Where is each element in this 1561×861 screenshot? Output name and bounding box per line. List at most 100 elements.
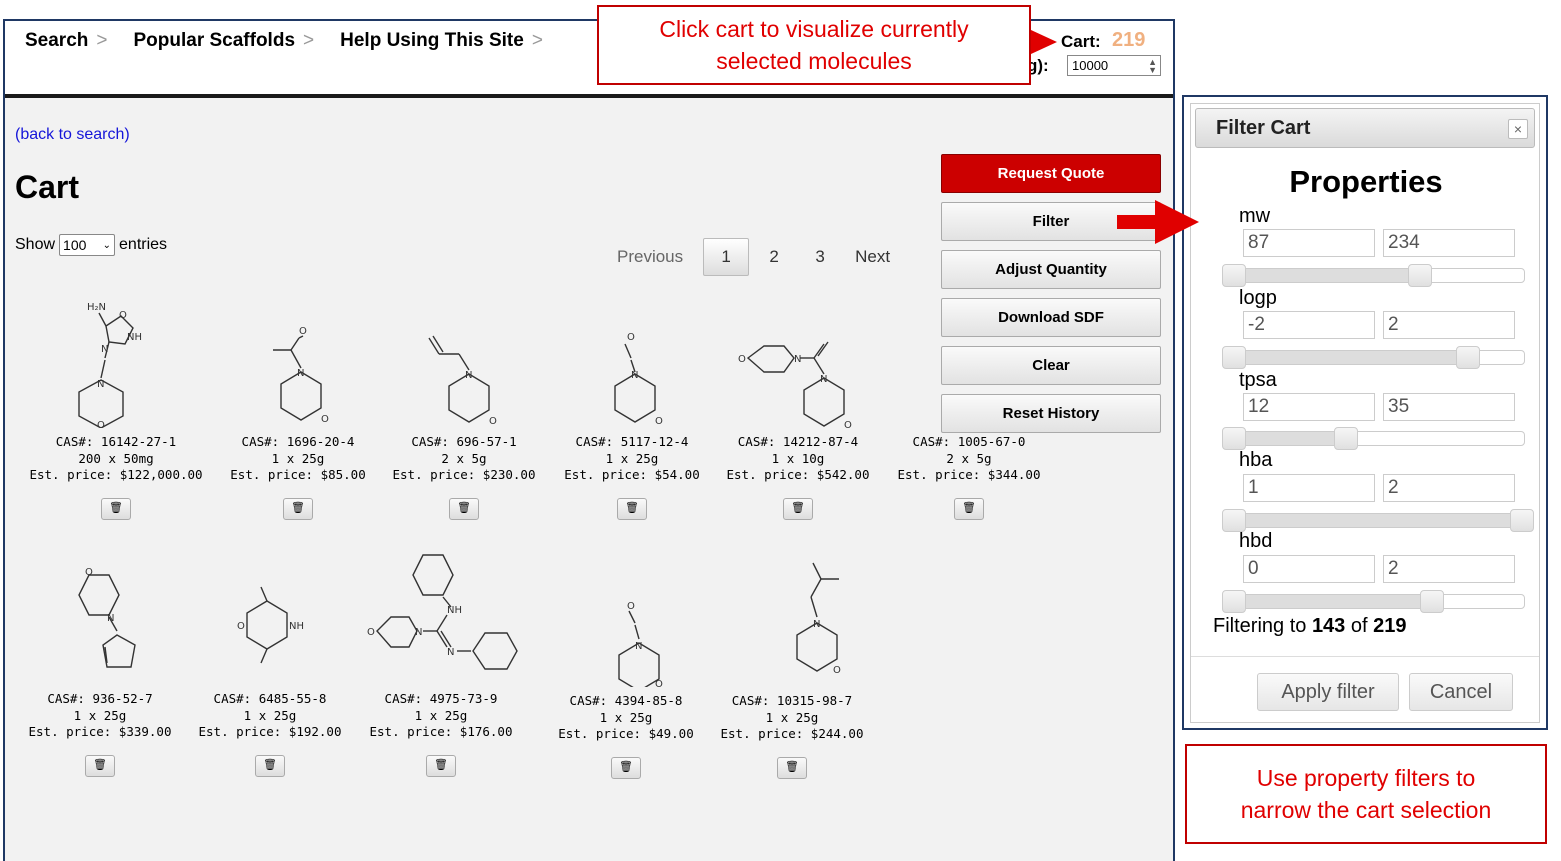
pager-page-2[interactable]: 2 [751, 238, 797, 276]
delete-button[interactable]: 🗑 [426, 754, 456, 777]
delete-button[interactable]: 🗑 [617, 497, 647, 520]
delete-button[interactable]: 🗑 [85, 754, 115, 777]
tpsa-slider-range [1234, 432, 1346, 445]
mw-slider-max-handle[interactable] [1408, 264, 1432, 287]
svg-text:NH: NH [127, 332, 142, 343]
hbd-slider-max-handle[interactable] [1420, 590, 1444, 613]
delete-button[interactable]: 🗑 [783, 497, 813, 520]
molecule-structure-image: O N O [618, 601, 663, 687]
delete-button[interactable]: 🗑 [954, 497, 984, 520]
quantity: 200 x 50mg [78, 450, 154, 466]
logp-slider[interactable] [1222, 346, 1525, 369]
dialog-titlebar[interactable]: Filter Cart × [1195, 108, 1535, 148]
page-title: Cart [15, 169, 80, 205]
logp-slider-max-handle[interactable] [1456, 346, 1480, 369]
tpsa-min-input[interactable] [1243, 393, 1375, 421]
hba-min-input[interactable] [1243, 474, 1375, 502]
entries-select[interactable]: 100 ⌄ [59, 234, 116, 256]
molecule-card: O NH CAS#: 6485-55-8 1 x 25g Est. price: … [175, 553, 365, 777]
price: Est. price: $49.00 [558, 726, 694, 741]
hbd-min-input[interactable] [1243, 555, 1375, 583]
logp-max-input[interactable] [1383, 311, 1515, 339]
hba-slider[interactable] [1222, 509, 1534, 532]
molecule-card: NO CAS#: 10315-98-7 1 x 25g Est. price: … [697, 553, 887, 779]
hbd-max-input[interactable] [1383, 555, 1515, 583]
pager-next[interactable]: Next [855, 247, 890, 267]
close-icon[interactable]: × [1508, 119, 1528, 139]
cart-count-badge[interactable]: 219 [1112, 29, 1145, 52]
quantity: 1 x 25g [605, 450, 659, 466]
tpsa-slider-min-handle[interactable] [1222, 427, 1246, 450]
mw-slider[interactable] [1222, 264, 1525, 287]
svg-text:N: N [97, 379, 104, 390]
hba-slider-min-handle[interactable] [1222, 509, 1246, 532]
trash-icon: 🗑 [457, 501, 471, 515]
price: Est. price: $85.00 [230, 467, 366, 482]
molecule-card: O N O CAS#: 5117-12-4 1 x 25g Est. price: … [537, 288, 727, 520]
svg-text:N: N [635, 641, 642, 652]
mw-min-input[interactable] [1243, 229, 1375, 257]
mw-slider-min-handle[interactable] [1222, 264, 1246, 287]
delete-button[interactable]: 🗑 [449, 497, 479, 520]
molecule-structure-image: O N O [273, 326, 329, 425]
entries-selected-value: 100 [63, 237, 87, 253]
delete-button[interactable]: 🗑 [283, 497, 313, 520]
trash-icon: 🗑 [263, 758, 277, 772]
tpsa-max-input[interactable] [1383, 393, 1515, 421]
pager-previous[interactable]: Previous [617, 247, 683, 267]
cancel-button[interactable]: Cancel [1409, 673, 1513, 711]
request-quote-button[interactable]: Request Quote [941, 154, 1161, 193]
pager-page-1[interactable]: 1 [703, 238, 750, 276]
svg-text:O: O [237, 621, 245, 632]
cas-number: CAS#: 4975-73-9 [384, 691, 498, 706]
back-to-search-link[interactable]: (back to search) [15, 126, 130, 144]
nav-help-link[interactable]: Help Using This Site [340, 30, 524, 52]
delete-button[interactable]: 🗑 [777, 756, 807, 779]
amount-input[interactable]: 10000 ▲ ▼ [1067, 55, 1161, 76]
filter-status-of: of [1350, 615, 1368, 637]
pager-page-3[interactable]: 3 [797, 238, 843, 276]
price: Est. price: $54.00 [564, 467, 700, 482]
logp-min-input[interactable] [1243, 311, 1375, 339]
molecule-structure-image: NO [428, 335, 497, 427]
nav-popular-scaffolds-link[interactable]: Popular Scaffolds [133, 30, 295, 52]
filter-callout: Use property filters to narrow the cart … [1185, 744, 1547, 844]
cart-link[interactable]: Cart: [1061, 32, 1101, 52]
nav-separator: > [96, 30, 108, 51]
molecule-card: NH O N N CAS#: 4975-73-9 1 x 25g Est. price… [351, 551, 531, 777]
mw-slider-range [1234, 269, 1420, 282]
hba-label: hba [1239, 449, 1273, 471]
mw-max-input[interactable] [1383, 229, 1515, 257]
delete-button[interactable]: 🗑 [255, 754, 285, 777]
apply-filter-button[interactable]: Apply filter [1257, 673, 1399, 711]
tpsa-slider[interactable] [1222, 427, 1525, 450]
spinner-icon[interactable]: ▲ ▼ [1148, 58, 1157, 75]
hba-slider-max-handle[interactable] [1510, 509, 1534, 532]
quantity: 1 x 25g [599, 709, 653, 725]
properties-heading: Properties [1289, 164, 1443, 199]
svg-text:O: O [833, 665, 841, 676]
logp-slider-min-handle[interactable] [1222, 346, 1246, 369]
delete-button[interactable]: 🗑 [611, 756, 641, 779]
nav-separator: > [303, 30, 315, 51]
svg-text:O: O [655, 679, 663, 687]
svg-text:N: N [297, 368, 304, 379]
hbd-slider[interactable] [1222, 590, 1525, 613]
molecule-card: CAS#: 1005-67-0 2 x 5g Est. price: $344.… [874, 288, 1064, 520]
nav-search-link[interactable]: Search [25, 30, 88, 52]
delete-button[interactable]: 🗑 [101, 497, 131, 520]
svg-text:NH: NH [289, 621, 304, 632]
cart-callout-line1: Click cart to visualize currently [659, 16, 969, 42]
mw-label: mw [1239, 205, 1271, 227]
dialog-title: Filter Cart [1216, 117, 1311, 139]
filter-dialog-frame: Filter Cart × Properties mw logp tpsa [1182, 95, 1548, 730]
pagination: Previous 1 2 3 Next [617, 238, 890, 276]
tpsa-slider-max-handle[interactable] [1334, 427, 1358, 450]
cas-number: CAS#: 14212-87-4 [737, 434, 859, 449]
arrow-right-icon [1117, 200, 1199, 244]
hbd-slider-min-handle[interactable] [1222, 590, 1246, 613]
adjust-quantity-button[interactable]: Adjust Quantity [941, 250, 1161, 289]
hba-max-input[interactable] [1383, 474, 1515, 502]
svg-text:N: N [107, 613, 114, 624]
svg-text:O: O [367, 627, 375, 638]
